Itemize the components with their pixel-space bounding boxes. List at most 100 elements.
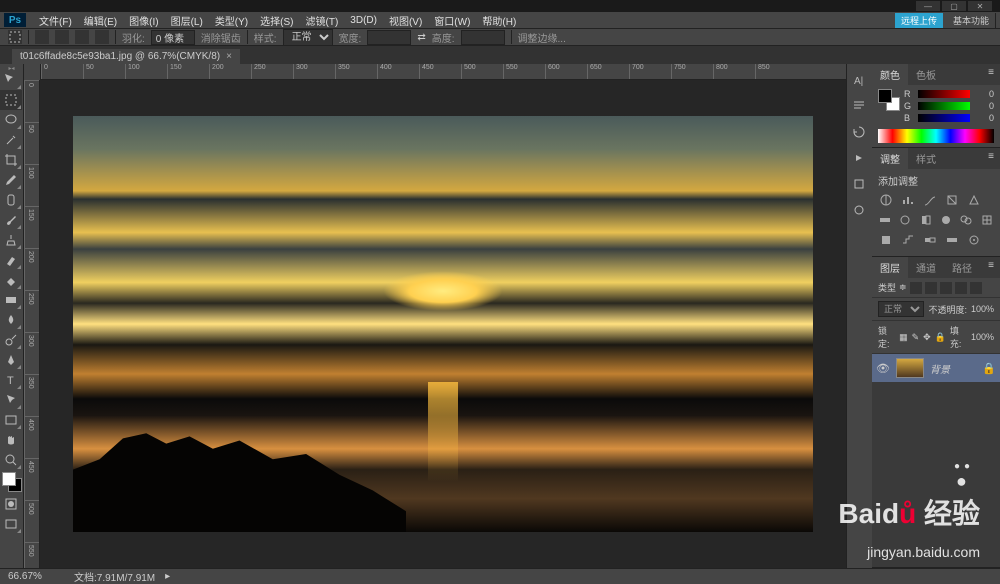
color-spectrum[interactable] — [878, 129, 994, 143]
canvas-viewport[interactable] — [40, 80, 846, 568]
brushes-panel-icon[interactable] — [847, 198, 871, 222]
style-select[interactable]: 正常 — [283, 29, 333, 46]
minimize-button[interactable]: — — [916, 1, 940, 11]
brush-tool[interactable] — [0, 210, 22, 230]
visibility-toggle-icon[interactable]: 👁 — [876, 362, 890, 375]
menu-view[interactable]: 视图(V) — [384, 13, 427, 28]
menu-layer[interactable]: 图层(L) — [166, 13, 208, 28]
canvas-image[interactable] — [73, 116, 813, 532]
brightness-contrast-icon[interactable] — [878, 192, 894, 208]
gradient-tool[interactable] — [0, 290, 22, 310]
menu-image[interactable]: 图像(I) — [124, 13, 163, 28]
swap-icon[interactable]: ⇄ — [417, 32, 425, 43]
menu-help[interactable]: 帮助(H) — [477, 13, 521, 28]
r-slider[interactable] — [918, 90, 970, 98]
selection-subtract-icon[interactable] — [75, 30, 89, 44]
menu-file[interactable]: 文件(F) — [34, 13, 77, 28]
b-slider[interactable] — [918, 114, 970, 122]
panel-menu-icon[interactable]: ≡ — [982, 257, 1000, 278]
blend-mode-select[interactable]: 正常 — [878, 301, 924, 317]
menu-type[interactable]: 类型(Y) — [210, 13, 253, 28]
filter-pixel-icon[interactable] — [910, 282, 922, 294]
refine-edge-button[interactable]: 调整边缘... — [518, 30, 566, 45]
properties-panel-icon[interactable] — [847, 172, 871, 196]
invert-icon[interactable] — [878, 232, 894, 248]
paths-tab[interactable]: 路径 — [944, 257, 980, 278]
path-selection-tool[interactable] — [0, 390, 22, 410]
curves-icon[interactable] — [922, 192, 938, 208]
tab-close-icon[interactable]: × — [226, 51, 232, 62]
exposure-icon[interactable] — [944, 192, 960, 208]
color-balance-icon[interactable] — [898, 212, 912, 228]
eraser-tool[interactable] — [0, 270, 22, 290]
filter-smart-icon[interactable] — [970, 282, 982, 294]
styles-tab[interactable]: 样式 — [908, 148, 944, 169]
color-lookup-icon[interactable] — [980, 212, 994, 228]
panel-color-swatch[interactable] — [878, 89, 900, 111]
color-tab[interactable]: 颜色 — [872, 64, 908, 85]
levels-icon[interactable] — [900, 192, 916, 208]
foreground-color[interactable] — [2, 472, 16, 486]
antialias-checkbox[interactable]: 消除锯齿 — [201, 30, 241, 45]
healing-brush-tool[interactable] — [0, 190, 22, 210]
filter-adjustment-icon[interactable] — [925, 282, 937, 294]
menu-window[interactable]: 窗口(W) — [429, 13, 475, 28]
paragraph-panel-icon[interactable] — [847, 94, 871, 118]
menu-3d[interactable]: 3D(D) — [345, 15, 382, 26]
layers-tab[interactable]: 图层 — [872, 257, 908, 278]
cloud-upload-button[interactable]: 远程上传 — [895, 13, 943, 28]
eyedropper-tool[interactable] — [0, 170, 22, 190]
vertical-ruler[interactable]: 050100150200250300350400450500550 — [24, 80, 40, 568]
pen-tool[interactable] — [0, 350, 22, 370]
filter-type-icon[interactable] — [940, 282, 952, 294]
threshold-icon[interactable] — [922, 232, 938, 248]
blur-tool[interactable] — [0, 310, 22, 330]
actions-panel-icon[interactable] — [847, 146, 871, 170]
info-chevron-icon[interactable]: ▸ — [165, 571, 170, 582]
selection-intersect-icon[interactable] — [95, 30, 109, 44]
screen-mode-toggle[interactable] — [0, 514, 22, 534]
maximize-button[interactable]: ▢ — [942, 1, 966, 11]
channel-mixer-icon[interactable] — [959, 212, 973, 228]
filter-shape-icon[interactable] — [955, 282, 967, 294]
black-white-icon[interactable] — [919, 212, 933, 228]
lock-transparency-icon[interactable]: ▦ — [899, 332, 908, 343]
g-slider[interactable] — [918, 102, 970, 110]
crop-tool[interactable] — [0, 150, 22, 170]
channels-tab[interactable]: 通道 — [908, 257, 944, 278]
gradient-map-icon[interactable] — [944, 232, 960, 248]
menu-filter[interactable]: 滤镜(T) — [301, 13, 344, 28]
panel-menu-icon[interactable]: ≡ — [982, 64, 1000, 85]
fill-value[interactable]: 100% — [971, 332, 994, 342]
character-panel-icon[interactable]: A| — [847, 68, 871, 92]
history-brush-tool[interactable] — [0, 250, 22, 270]
photo-filter-icon[interactable] — [939, 212, 953, 228]
lock-icon[interactable]: 🔒 — [982, 362, 996, 375]
type-tool[interactable]: T — [0, 370, 22, 390]
workspace-switcher[interactable]: 基本功能 — [947, 13, 996, 28]
layer-name[interactable]: 背景 — [930, 361, 950, 376]
selective-color-icon[interactable] — [966, 232, 982, 248]
r-value[interactable]: 0 — [974, 89, 994, 99]
document-info[interactable]: 文档:7.91M/7.91M — [74, 569, 155, 584]
adjustments-tab[interactable]: 调整 — [872, 148, 908, 169]
posterize-icon[interactable] — [900, 232, 916, 248]
zoom-level[interactable]: 66.67% — [8, 571, 64, 582]
marquee-tool[interactable] — [0, 90, 22, 110]
selection-add-icon[interactable] — [55, 30, 69, 44]
hue-saturation-icon[interactable] — [878, 212, 892, 228]
vibrance-icon[interactable] — [966, 192, 982, 208]
hand-tool[interactable] — [0, 430, 22, 450]
horizontal-ruler[interactable]: 0501001502002503003504004505005506006507… — [24, 64, 846, 80]
close-button[interactable]: ✕ — [968, 1, 992, 11]
panel-menu-icon[interactable]: ≡ — [982, 148, 1000, 169]
magic-wand-tool[interactable] — [0, 130, 22, 150]
color-swatch[interactable] — [2, 472, 22, 492]
selection-new-icon[interactable] — [35, 30, 49, 44]
layer-row[interactable]: 👁 背景 🔒 — [872, 354, 1000, 382]
clone-stamp-tool[interactable] — [0, 230, 22, 250]
menu-select[interactable]: 选择(S) — [255, 13, 298, 28]
swatches-tab[interactable]: 色板 — [908, 64, 944, 85]
lasso-tool[interactable] — [0, 110, 22, 130]
g-value[interactable]: 0 — [974, 101, 994, 111]
